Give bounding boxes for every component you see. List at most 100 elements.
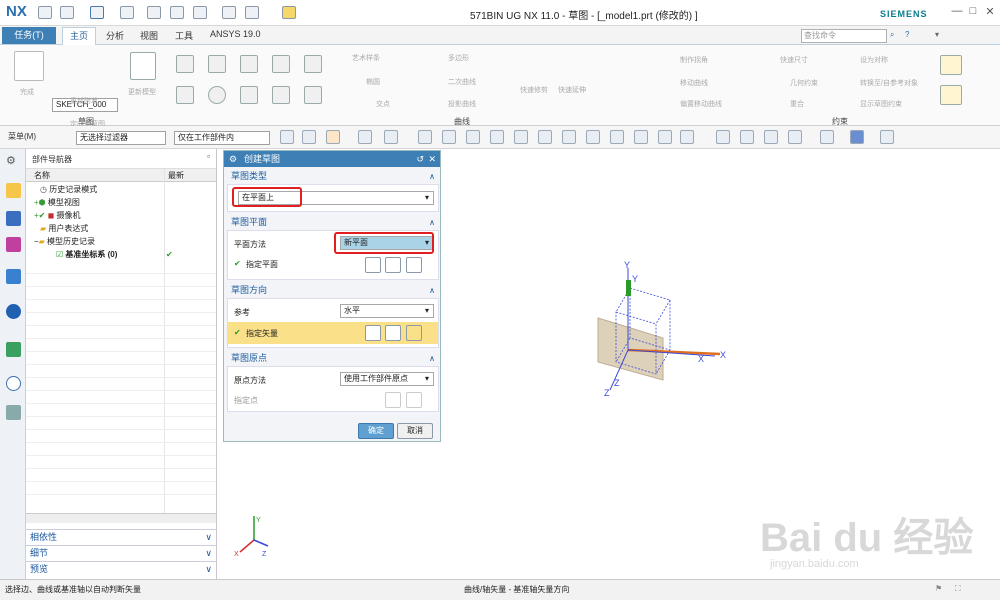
coincident-label[interactable]: 重合 — [790, 99, 804, 109]
chamfer-icon[interactable] — [304, 55, 322, 73]
orient-view-icon[interactable] — [788, 130, 802, 144]
tree-item-cameras[interactable]: +✔ ◼ 摄像机 — [26, 209, 216, 222]
section-sketch-origin[interactable]: 草图原点 ∧ — [227, 352, 439, 365]
make-corner-label[interactable]: 制作拐角 — [680, 55, 708, 65]
line-icon[interactable] — [208, 55, 226, 73]
tree-item-user-expressions[interactable]: ▰ 用户表达式 — [26, 222, 216, 235]
minimize-button[interactable]: — — [950, 5, 964, 17]
intersection-point-label[interactable]: 交点 — [376, 99, 390, 109]
point-on-curve-icon[interactable] — [658, 130, 672, 144]
close-window-button[interactable]: ✕ — [983, 5, 997, 18]
arc-icon[interactable] — [240, 55, 258, 73]
grid-snap-icon[interactable] — [466, 130, 480, 144]
maximize-pane-icon[interactable]: ▫ — [207, 152, 210, 161]
y-handle[interactable] — [626, 280, 631, 296]
surface-point-icon[interactable] — [680, 130, 694, 144]
quadrant-icon[interactable] — [610, 130, 624, 144]
ellipse-label[interactable]: 椭圆 — [366, 77, 380, 87]
select-toggle-icon[interactable] — [280, 130, 294, 144]
zoom-icon[interactable] — [740, 130, 754, 144]
paste-icon[interactable] — [193, 6, 207, 19]
ok-button[interactable]: 确定 — [358, 423, 394, 439]
section-details[interactable]: 细节 ∨ — [26, 545, 216, 559]
plane-toggle-icon[interactable] — [365, 257, 381, 273]
selection-filter-select[interactable]: 无选择过滤器 — [76, 131, 166, 145]
reference-select[interactable]: 水平 ▾ — [340, 304, 434, 318]
studio-spline-label[interactable]: 艺术样条 — [352, 53, 380, 63]
shaded-icon[interactable] — [850, 130, 864, 144]
menu-button[interactable]: 菜单(M) — [8, 131, 36, 142]
tab-tools[interactable]: 工具 — [175, 29, 193, 42]
section-sketch-type[interactable]: 草图类型 ∧ — [227, 170, 439, 183]
close-icon[interactable]: ✕ — [428, 151, 436, 167]
tab-analysis[interactable]: 分析 — [106, 29, 124, 42]
plane-select-icon[interactable] — [385, 257, 401, 273]
ruler-icon[interactable] — [940, 55, 962, 75]
rapid-dimension-label[interactable]: 快速尺寸 — [780, 55, 808, 65]
task-menu-button[interactable]: 任务(T) — [2, 27, 56, 44]
offset-move-curve-label[interactable]: 偏置移动曲线 — [680, 99, 722, 109]
update-model-icon[interactable] — [130, 52, 156, 80]
tree-item-datum-csys[interactable]: ☑ 基准坐标系 (0) ✔ — [26, 248, 216, 261]
arc-center-icon[interactable] — [586, 130, 600, 144]
reattach-label[interactable]: 重新附着 — [70, 96, 98, 106]
display-sketch-constraints-label[interactable]: 显示草图约束 — [860, 99, 902, 109]
vector-dialog-icon[interactable] — [406, 325, 422, 341]
control-point-icon[interactable] — [538, 130, 552, 144]
section-preview[interactable]: 预览 ∨ — [26, 561, 216, 575]
section-sketch-orientation[interactable]: 草图方向 ∧ — [227, 284, 439, 297]
existing-point-icon[interactable] — [634, 130, 648, 144]
move-curve-label[interactable]: 移动曲线 — [680, 78, 708, 88]
ribbon-options-icon[interactable]: ▾ — [935, 30, 939, 39]
repeat-command-icon[interactable] — [245, 6, 259, 19]
fillet-icon[interactable] — [272, 55, 290, 73]
geometric-constraints-label[interactable]: 几何约束 — [790, 78, 818, 88]
save-all-icon[interactable] — [60, 6, 74, 19]
endpoint-icon[interactable] — [490, 130, 504, 144]
maximize-button[interactable]: □ — [966, 5, 980, 17]
origin-method-select[interactable]: 使用工作部件原点 ▾ — [340, 372, 434, 386]
make-symmetric-label[interactable]: 设为对称 — [860, 55, 888, 65]
convert-reference-label[interactable]: 转换至/自参考对象 — [860, 78, 918, 88]
angle-icon[interactable] — [940, 85, 962, 105]
redo-icon[interactable] — [120, 6, 134, 19]
curve-rule-icon[interactable] — [326, 130, 340, 144]
quick-trim-label[interactable]: 快速修剪 — [520, 85, 548, 95]
point-snap-icon[interactable] — [442, 130, 456, 144]
reset-icon[interactable]: ↺ — [416, 151, 424, 167]
section-dependencies[interactable]: 相依性 ∨ — [26, 529, 216, 543]
midpoint-icon[interactable] — [514, 130, 528, 144]
command-search-input[interactable]: 查找命令 — [801, 29, 887, 43]
point-icon[interactable] — [240, 86, 258, 104]
vector-toggle-icon[interactable] — [365, 325, 381, 341]
fullscreen-icon[interactable]: ⛶ — [955, 584, 961, 594]
update-model-label[interactable]: 更新模型 — [128, 87, 156, 97]
section-sketch-plane[interactable]: 草图平面 ∧ — [227, 216, 439, 229]
offset-curve-icon[interactable] — [272, 86, 290, 104]
tree-item-model-history[interactable]: −▰ 模型历史记录 — [26, 235, 216, 248]
assembly-navigator-icon[interactable] — [6, 183, 21, 198]
history-clock-icon[interactable] — [6, 376, 21, 391]
render-style-icon[interactable] — [820, 130, 834, 144]
conic-label[interactable]: 二次曲线 — [448, 77, 476, 87]
project-curve-label[interactable]: 投影曲线 — [448, 99, 476, 109]
column-latest[interactable]: 最新 — [168, 170, 184, 181]
intersection-snap-icon[interactable] — [358, 130, 372, 144]
selection-scope-select[interactable]: 仅在工作部件内 — [174, 131, 270, 145]
show-hide-icon[interactable] — [418, 130, 432, 144]
flag-icon[interactable]: ⚑ — [935, 584, 942, 593]
finish-flag-icon[interactable] — [14, 51, 44, 81]
circle-icon[interactable] — [208, 86, 226, 104]
tree-item-model-views[interactable]: +⬢ 模型视图 — [26, 196, 216, 209]
polygon-label[interactable]: 多边形 — [448, 53, 469, 63]
gear-icon[interactable]: ⚙ — [6, 154, 21, 169]
snap-icon[interactable] — [302, 130, 316, 144]
tab-view[interactable]: 视图 — [140, 29, 158, 42]
fit-view-icon[interactable] — [716, 130, 730, 144]
profile-icon[interactable] — [176, 55, 194, 73]
tab-ansys[interactable]: ANSYS 19.0 — [210, 29, 261, 39]
web-browser-icon[interactable] — [6, 342, 21, 357]
quick-extend-label[interactable]: 快速延伸 — [558, 85, 586, 95]
intersection-icon[interactable] — [562, 130, 576, 144]
part-navigator-icon[interactable] — [6, 237, 21, 252]
